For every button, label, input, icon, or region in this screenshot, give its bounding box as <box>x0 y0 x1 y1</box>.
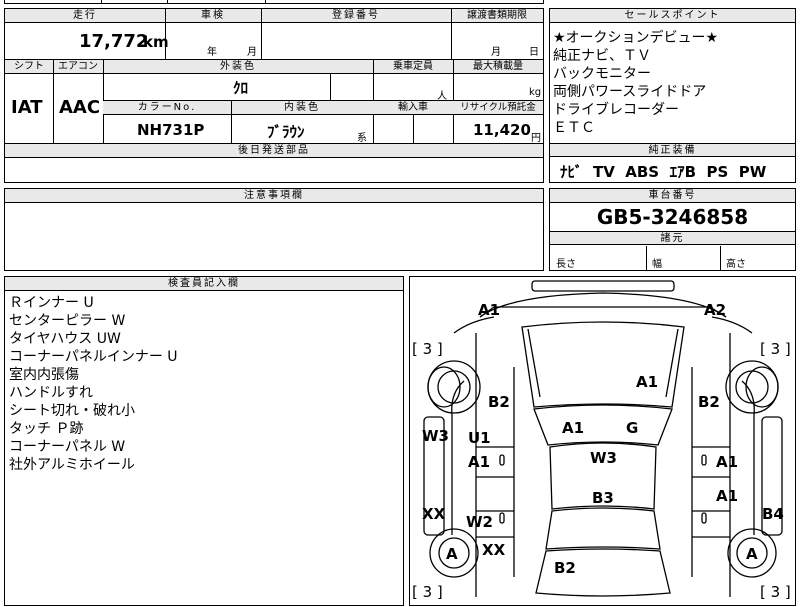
damage-windshield-g: G <box>626 419 639 437</box>
load-unit: kg <box>529 87 542 98</box>
sales-points-header: セールスポイント <box>624 10 721 21</box>
inspector-note: コーナーパネルインナー U <box>9 349 178 365</box>
sales-point: 両側パワースライドドア <box>553 84 707 100</box>
equipment-item: PS <box>706 163 729 181</box>
sales-point: ★オークションデビュー★ <box>553 30 719 46</box>
damage-front-left: A1 <box>478 301 501 319</box>
inspector-note: Ｒインナー U <box>9 295 94 311</box>
inspector-note: タイヤハウス UW <box>9 331 121 347</box>
chassis-no-header: 車台番号 <box>648 190 697 201</box>
mileage-value: 17,772 <box>79 31 149 52</box>
damage-door-rr: A1 <box>716 487 739 505</box>
recycle-header: リサイクル預託金 <box>460 102 536 113</box>
damage-wheel-left: A <box>446 545 458 563</box>
damage-door-rl: W2 <box>466 513 493 531</box>
sales-point: ドライブレコーダー <box>553 102 679 118</box>
width-label: 幅 <box>652 259 662 270</box>
inspection-month-unit: 月 <box>247 47 257 58</box>
mileage-header: 走行 <box>73 10 97 21</box>
damage-door-fl-a: A1 <box>468 453 491 471</box>
equipment-item: ABS <box>625 163 660 181</box>
chassis-no-value: GB5-3246858 <box>596 205 749 229</box>
notes-box: 注意事項欄 <box>4 188 544 271</box>
height-label: 高さ <box>726 259 746 270</box>
damage-windshield-a: A1 <box>562 419 585 437</box>
inspection-header: 車検 <box>201 10 225 21</box>
later-parts-header: 後日発送部品 <box>238 145 310 156</box>
mileage-unit: km <box>143 33 169 51</box>
tire-front-left: [ 3 ] <box>412 340 443 358</box>
deadline-month-unit: 月 <box>491 47 501 58</box>
inspector-note: コーナーパネル W <box>9 439 126 455</box>
damage-rear-roof: B3 <box>592 489 614 507</box>
top-fragment-row <box>4 0 544 4</box>
import-header: 輸入車 <box>398 102 428 113</box>
inspector-note: ハンドルすれ <box>9 385 93 401</box>
dimensions-header: 諸元 <box>660 233 685 244</box>
damage-rear-left: XX <box>482 541 506 559</box>
damage-roof: W3 <box>590 449 617 467</box>
tire-rear-right: [ 3 ] <box>760 583 791 601</box>
inspector-note: タッチ Ｐ跡 <box>9 421 84 437</box>
inspector-note: 室内内張傷 <box>9 367 79 383</box>
damage-wheel-right: A <box>746 545 758 563</box>
color-no-header: カラーNo. <box>137 102 197 113</box>
damage-door-fr: A1 <box>716 453 739 471</box>
deadline-day-unit: 日 <box>529 47 539 58</box>
equipment-item: ｴｱB <box>669 163 697 181</box>
deadline-header: 譲渡書類期限 <box>467 10 527 21</box>
interior-color-suffix: 系 <box>357 133 367 144</box>
inspector-note: シート切れ・破れ小 <box>9 403 135 419</box>
tire-front-right: [ 3 ] <box>760 340 791 358</box>
exterior-color-header: 外装色 <box>220 61 256 72</box>
sales-point: ＥＴＣ <box>553 120 595 136</box>
equipment-item: PW <box>738 163 767 181</box>
equipment-list: ﾅﾋﾞ TV ABS ｴｱB PS PW <box>560 161 766 182</box>
length-label: 長さ <box>556 259 576 270</box>
inspector-notes-list: Ｒインナー U センターピラー W タイヤハウス UW コーナーパネルインナー … <box>9 294 178 474</box>
notes-header: 注意事項欄 <box>244 190 304 201</box>
sales-points-list: ★オークションデビュー★ 純正ナビ、ＴＶ バックモニター 両側パワースライドドア… <box>553 29 718 137</box>
damage-bonnet: A1 <box>636 373 659 391</box>
damage-rocker-left: XX <box>422 505 446 523</box>
sales-point: バックモニター <box>553 66 651 82</box>
aircon-value: AAC <box>59 97 101 118</box>
exterior-color-value: ｸﾛ <box>233 79 249 97</box>
inspector-note: 社外アルミホイール <box>9 457 135 473</box>
damage-rear-bumper: B2 <box>554 559 576 577</box>
shift-header: シフト <box>14 61 44 72</box>
damage-pillar-left: W3 <box>422 427 449 445</box>
inspector-header: 検査員記入欄 <box>168 278 240 289</box>
equipment-item: TV <box>592 163 615 181</box>
damage-fender-right: B2 <box>698 393 720 411</box>
interior-color-header: 内装色 <box>284 102 320 113</box>
shift-value: IAT <box>11 97 43 118</box>
inspection-year-unit: 年 <box>207 47 217 58</box>
damage-quarter-right: B4 <box>762 505 784 523</box>
color-no-value: NH731P <box>137 121 205 139</box>
damage-door-fl-u: U1 <box>468 429 491 447</box>
inspector-box: 検査員記入欄 Ｒインナー U センターピラー W タイヤハウス UW コーナーパ… <box>4 276 404 606</box>
damage-fender-left: B2 <box>488 393 510 411</box>
max-load-header: 最大積載量 <box>473 61 523 72</box>
recycle-value: 11,420 <box>473 121 531 139</box>
standard-equipment-header: 純正装備 <box>648 145 697 156</box>
chassis-box: 車台番号 GB5-3246858 諸元 長さ 幅 高さ <box>549 188 796 271</box>
sales-points-box: セールスポイント ★オークションデビュー★ 純正ナビ、ＴＶ バックモニター 両側… <box>549 8 796 183</box>
registration-header: 登録番号 <box>332 10 380 21</box>
spec-table: 走行 車検 登録番号 譲渡書類期限 17,772 km 年 月 月 日 シフト … <box>4 8 544 183</box>
equipment-item: ﾅﾋﾞ <box>560 163 583 181</box>
car-diagram: A1 A2 [ 3 ] [ 3 ] A1 B2 B2 A1 G W3 U1 W3… <box>409 276 796 606</box>
aircon-header: エアコン <box>58 61 98 72</box>
interior-color-value: ﾌﾞﾗｳﾝ <box>267 123 305 141</box>
inspector-note: センターピラー W <box>9 313 126 329</box>
sales-point: 純正ナビ、ＴＶ <box>553 48 651 64</box>
recycle-unit: 円 <box>531 133 541 144</box>
tire-rear-left: [ 3 ] <box>412 583 443 601</box>
capacity-header: 乗車定員 <box>393 61 433 72</box>
damage-front-right: A2 <box>704 301 727 319</box>
